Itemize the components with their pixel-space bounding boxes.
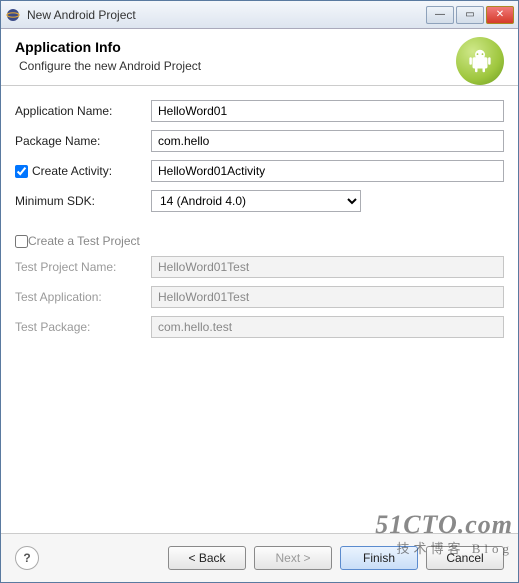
cancel-button[interactable]: Cancel <box>426 546 504 570</box>
button-bar: ? < Back Next > Finish Cancel <box>1 533 518 582</box>
maximize-button[interactable]: ▭ <box>456 6 484 24</box>
test-project-name-input <box>151 256 504 278</box>
minimum-sdk-label: Minimum SDK: <box>15 194 145 208</box>
dialog-window: New Android Project — ▭ ✕ Application In… <box>0 0 519 583</box>
test-application-input <box>151 286 504 308</box>
help-button[interactable]: ? <box>15 546 39 570</box>
application-name-label: Application Name: <box>15 104 145 118</box>
window-title: New Android Project <box>27 8 426 22</box>
create-activity-label: Create Activity: <box>32 164 145 178</box>
test-project-name-label: Test Project Name: <box>15 260 145 274</box>
form-area: Application Name: Package Name: Create A… <box>1 86 518 533</box>
close-button[interactable]: ✕ <box>486 6 514 24</box>
titlebar: New Android Project — ▭ ✕ <box>1 1 518 29</box>
next-button: Next > <box>254 546 332 570</box>
page-title: Application Info <box>15 39 504 55</box>
package-name-input[interactable] <box>151 130 504 152</box>
test-package-label: Test Package: <box>15 320 145 334</box>
android-icon <box>456 37 504 85</box>
application-name-input[interactable] <box>151 100 504 122</box>
create-test-project-label: Create a Test Project <box>28 234 140 248</box>
create-test-project-checkbox[interactable] <box>15 235 28 248</box>
minimize-button[interactable]: — <box>426 6 454 24</box>
create-activity-input[interactable] <box>151 160 504 182</box>
package-name-label: Package Name: <box>15 134 145 148</box>
test-application-label: Test Application: <box>15 290 145 304</box>
create-activity-checkbox[interactable] <box>15 165 28 178</box>
wizard-header: Application Info Configure the new Andro… <box>1 29 518 86</box>
eclipse-icon <box>5 7 21 23</box>
page-subtitle: Configure the new Android Project <box>19 59 504 73</box>
finish-button[interactable]: Finish <box>340 546 418 570</box>
minimum-sdk-select[interactable]: 14 (Android 4.0) <box>151 190 361 212</box>
test-package-input <box>151 316 504 338</box>
back-button[interactable]: < Back <box>168 546 246 570</box>
window-controls: — ▭ ✕ <box>426 6 514 24</box>
